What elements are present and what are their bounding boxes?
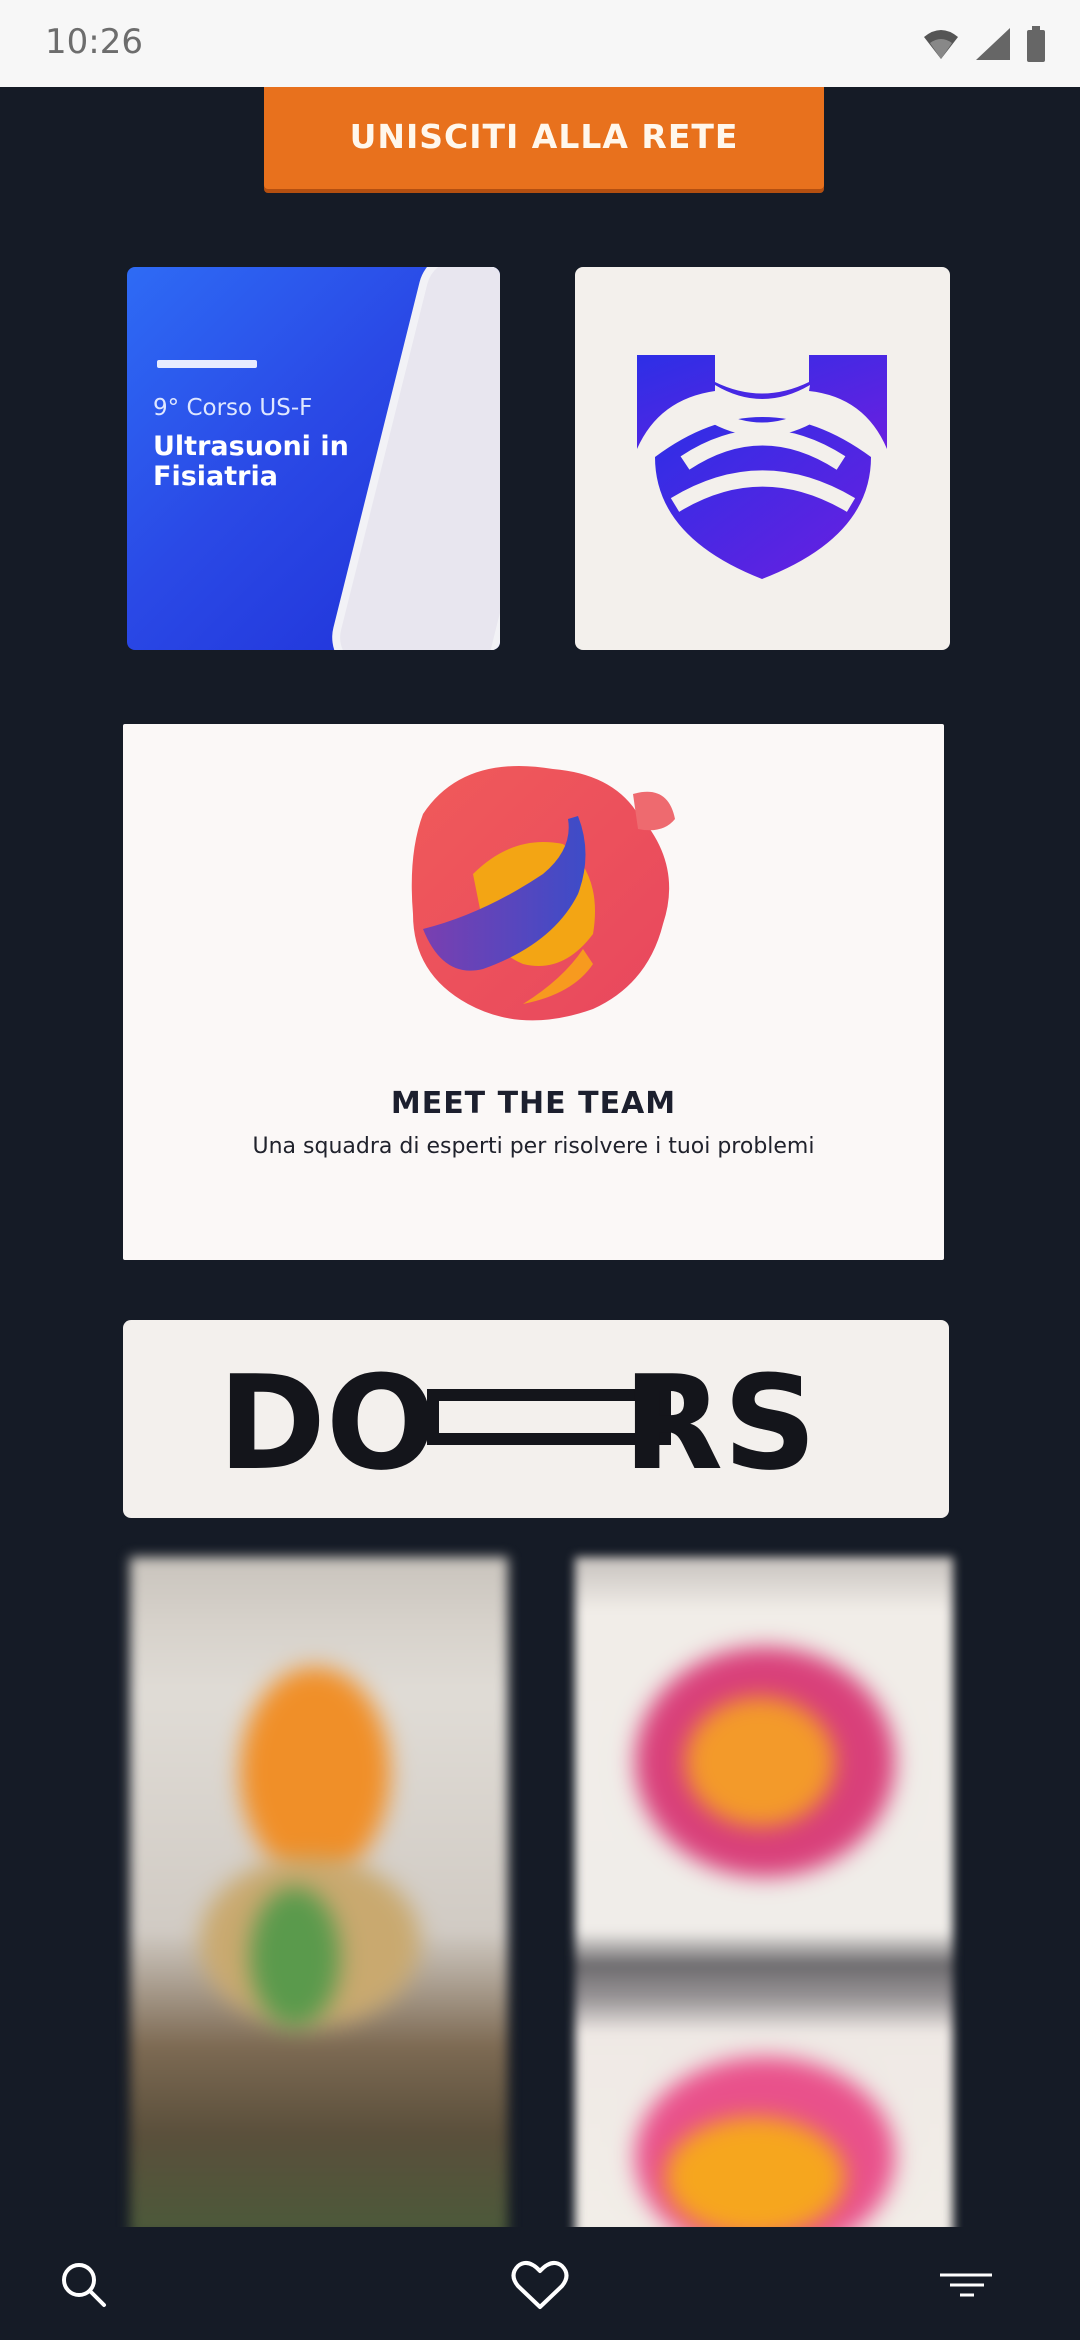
join-network-button[interactable]: UNISCITI ALLA RETE bbox=[264, 87, 824, 189]
status-time: 10:26 bbox=[45, 22, 143, 62]
course-subtitle: 9° Corso US-F bbox=[153, 395, 313, 421]
ultrasound-logo-icon bbox=[637, 355, 887, 579]
menu-icon bbox=[940, 2273, 992, 2297]
blurred-logo-tile[interactable] bbox=[575, 1557, 953, 2227]
meet-the-team-tile[interactable]: MEET THE TEAM Una squadra di esperti per… bbox=[123, 724, 944, 1260]
favorites-button[interactable] bbox=[510, 2255, 570, 2315]
wifi-icon bbox=[924, 30, 958, 59]
status-icons bbox=[922, 26, 1046, 62]
status-bar: 10:26 bbox=[0, 0, 1080, 87]
team-heading: MEET THE TEAM bbox=[390, 1086, 677, 1121]
bottom-nav bbox=[0, 2227, 1080, 2340]
logo-tile[interactable] bbox=[575, 267, 950, 650]
menu-button[interactable] bbox=[936, 2255, 996, 2315]
feed[interactable]: UNISCITI ALLA RETE 9° Corso US-F Ultrasu… bbox=[0, 87, 1080, 2227]
doors-left: DO bbox=[218, 1347, 436, 1499]
doors-tile[interactable]: DO RS bbox=[123, 1320, 949, 1518]
blurred-photo-tile[interactable] bbox=[130, 1557, 508, 2227]
search-icon bbox=[62, 2263, 106, 2307]
doors-wordmark-icon: DO RS bbox=[218, 1347, 817, 1499]
doors-right: RS bbox=[623, 1347, 817, 1499]
signal-icon bbox=[976, 28, 1010, 60]
battery-icon bbox=[1027, 26, 1045, 62]
team-tagline: Una squadra di esperti per risolvere i t… bbox=[252, 1134, 815, 1159]
course-accent-bar bbox=[157, 360, 257, 368]
course-tile[interactable]: 9° Corso US-F Ultrasuoni in Fisiatria bbox=[127, 267, 500, 650]
heart-icon bbox=[511, 2260, 569, 2309]
course-title: Ultrasuoni in Fisiatria bbox=[153, 431, 349, 492]
team-logo-icon bbox=[411, 766, 675, 1021]
search-button[interactable] bbox=[54, 2255, 114, 2315]
